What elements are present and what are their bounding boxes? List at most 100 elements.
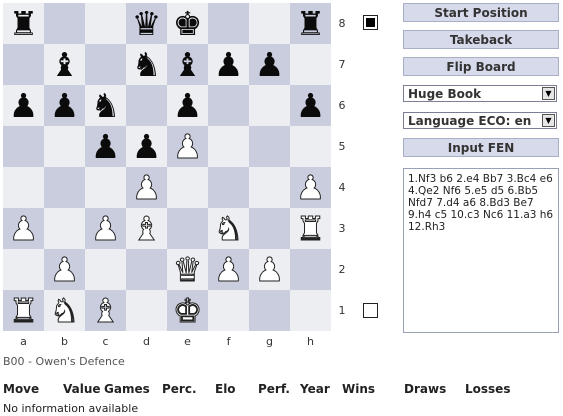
black-pawn-icon[interactable]: ♟ — [9, 89, 39, 122]
white-bishop-icon[interactable]: ♝ — [90, 294, 121, 328]
square-c2[interactable] — [85, 249, 126, 290]
square-b1[interactable]: ♞ — [44, 290, 85, 331]
square-d3[interactable]: ♝ — [126, 208, 167, 249]
square-c5[interactable]: ♟ — [85, 126, 126, 167]
square-e2[interactable]: ♛ — [167, 249, 208, 290]
square-g6[interactable] — [249, 85, 290, 126]
square-f2[interactable]: ♟ — [208, 249, 249, 290]
square-g1[interactable] — [249, 290, 290, 331]
white-knight-icon[interactable]: ♞ — [213, 212, 244, 246]
square-c8[interactable] — [85, 3, 126, 44]
square-h5[interactable] — [290, 126, 331, 167]
square-c7[interactable] — [85, 44, 126, 85]
square-g2[interactable]: ♟ — [249, 249, 290, 290]
black-pawn-icon[interactable]: ♟ — [91, 130, 121, 163]
black-pawn-icon[interactable]: ♟ — [214, 48, 244, 81]
square-e5[interactable]: ♟ — [167, 126, 208, 167]
square-e7[interactable]: ♝ — [167, 44, 208, 85]
start-position-button[interactable]: Start Position — [403, 3, 559, 22]
square-c1[interactable]: ♝ — [85, 290, 126, 331]
square-d7[interactable]: ♞ — [126, 44, 167, 85]
square-h7[interactable] — [290, 44, 331, 85]
chevron-down-icon[interactable]: ▼ — [542, 114, 555, 127]
black-pawn-icon[interactable]: ♟ — [173, 89, 203, 122]
square-g7[interactable]: ♟ — [249, 44, 290, 85]
white-pawn-icon[interactable]: ♟ — [254, 253, 285, 287]
chess-board[interactable]: ♜ ♛ ♚ ♜ ♝ ♞ ♝ ♟ ♟ ♟ ♟ ♞ ♟ ♟ ♟ ♟ ♟ ♟ ♟ ♟ ♟ ♝ ♞ ♜ ♟ ♛ ♟ ♟ ♜ ♞ ♝ ♚ — [3, 3, 331, 331]
square-a8[interactable]: ♜ — [3, 3, 44, 44]
square-b5[interactable] — [44, 126, 85, 167]
square-f4[interactable] — [208, 167, 249, 208]
white-rook-icon[interactable]: ♜ — [8, 294, 39, 328]
black-king-icon[interactable]: ♚ — [173, 7, 203, 40]
black-pawn-icon[interactable]: ♟ — [255, 48, 285, 81]
square-b8[interactable] — [44, 3, 85, 44]
square-g4[interactable] — [249, 167, 290, 208]
white-pawn-icon[interactable]: ♟ — [49, 253, 80, 287]
white-pawn-icon[interactable]: ♟ — [172, 130, 203, 164]
square-c4[interactable] — [85, 167, 126, 208]
square-b3[interactable] — [44, 208, 85, 249]
square-d1[interactable] — [126, 290, 167, 331]
moves-textarea[interactable]: 1.Nf3 b6 2.e4 Bb7 3.Bc4 e6 4.Qe2 Nf6 5.e… — [403, 168, 559, 333]
square-f7[interactable]: ♟ — [208, 44, 249, 85]
square-e6[interactable]: ♟ — [167, 85, 208, 126]
black-pawn-icon[interactable]: ♟ — [296, 89, 326, 122]
black-queen-icon[interactable]: ♛ — [132, 7, 162, 40]
square-a3[interactable]: ♟ — [3, 208, 44, 249]
square-a2[interactable] — [3, 249, 44, 290]
square-f6[interactable] — [208, 85, 249, 126]
square-a1[interactable]: ♜ — [3, 290, 44, 331]
chevron-down-icon[interactable]: ▼ — [542, 87, 555, 100]
square-h6[interactable]: ♟ — [290, 85, 331, 126]
square-b6[interactable]: ♟ — [44, 85, 85, 126]
square-g5[interactable] — [249, 126, 290, 167]
flip-board-button[interactable]: Flip Board — [403, 57, 559, 76]
square-a6[interactable]: ♟ — [3, 85, 44, 126]
square-d8[interactable]: ♛ — [126, 3, 167, 44]
square-b7[interactable]: ♝ — [44, 44, 85, 85]
square-e3[interactable] — [167, 208, 208, 249]
square-e4[interactable] — [167, 167, 208, 208]
white-pawn-icon[interactable]: ♟ — [295, 171, 326, 205]
white-pawn-icon[interactable]: ♟ — [131, 171, 162, 205]
language-eco-select[interactable]: Language ECO: en ▼ — [403, 112, 557, 129]
square-a4[interactable] — [3, 167, 44, 208]
white-pawn-icon[interactable]: ♟ — [8, 212, 39, 246]
white-king-icon[interactable]: ♚ — [172, 294, 203, 328]
square-c6[interactable]: ♞ — [85, 85, 126, 126]
square-h1[interactable] — [290, 290, 331, 331]
square-g3[interactable] — [249, 208, 290, 249]
black-rook-icon[interactable]: ♜ — [296, 7, 326, 40]
square-e1[interactable]: ♚ — [167, 290, 208, 331]
square-f8[interactable] — [208, 3, 249, 44]
square-a7[interactable] — [3, 44, 44, 85]
black-knight-icon[interactable]: ♞ — [132, 48, 162, 81]
white-pawn-icon[interactable]: ♟ — [213, 253, 244, 287]
square-d2[interactable] — [126, 249, 167, 290]
black-rook-icon[interactable]: ♜ — [9, 7, 39, 40]
square-g8[interactable] — [249, 3, 290, 44]
square-f5[interactable] — [208, 126, 249, 167]
square-c3[interactable]: ♟ — [85, 208, 126, 249]
white-knight-icon[interactable]: ♞ — [49, 294, 80, 328]
black-pawn-icon[interactable]: ♟ — [50, 89, 80, 122]
square-d6[interactable] — [126, 85, 167, 126]
square-d5[interactable]: ♟ — [126, 126, 167, 167]
square-e8[interactable]: ♚ — [167, 3, 208, 44]
black-pawn-icon[interactable]: ♟ — [132, 130, 162, 163]
square-h8[interactable]: ♜ — [290, 3, 331, 44]
square-h3[interactable]: ♜ — [290, 208, 331, 249]
square-h4[interactable]: ♟ — [290, 167, 331, 208]
white-queen-icon[interactable]: ♛ — [172, 253, 203, 287]
square-h2[interactable] — [290, 249, 331, 290]
input-fen-button[interactable]: Input FEN — [403, 138, 559, 157]
book-select[interactable]: Huge Book ▼ — [403, 85, 557, 102]
black-knight-icon[interactable]: ♞ — [91, 89, 121, 122]
square-a5[interactable] — [3, 126, 44, 167]
square-b2[interactable]: ♟ — [44, 249, 85, 290]
black-bishop-icon[interactable]: ♝ — [173, 48, 203, 81]
square-b4[interactable] — [44, 167, 85, 208]
square-f1[interactable] — [208, 290, 249, 331]
black-bishop-icon[interactable]: ♝ — [50, 48, 80, 81]
